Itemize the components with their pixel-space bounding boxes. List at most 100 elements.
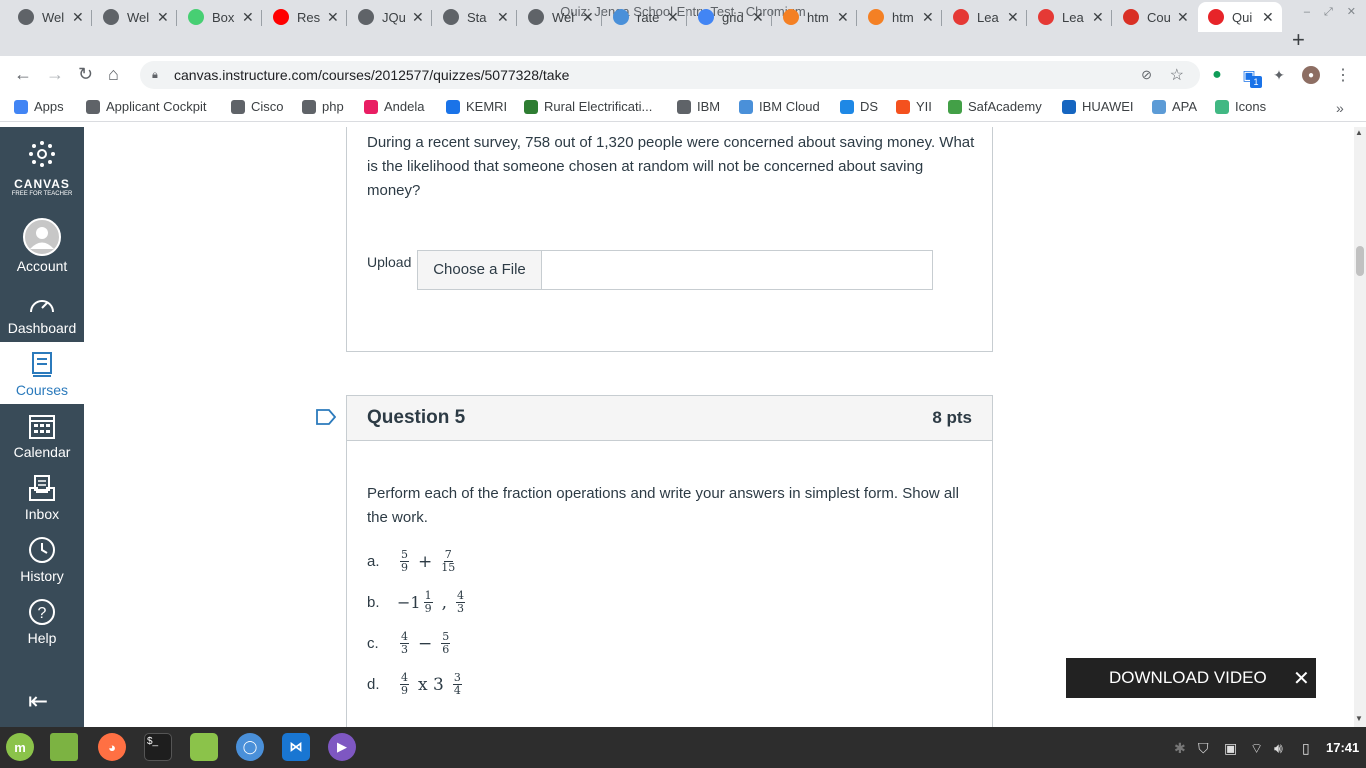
tab-separator [91,10,92,26]
tab-close-icon[interactable]: ✕ [1007,9,1019,26]
tab-13[interactable]: Lea ✕ [1028,2,1112,32]
reload-icon[interactable]: ↻ [78,64,93,84]
nav-item-dashboard[interactable]: Dashboard [0,286,84,348]
tab-6[interactable]: Sta ✕ [433,2,517,32]
tab-8[interactable]: rate ✕ [603,2,687,32]
tab-12[interactable]: Lea ✕ [943,2,1027,32]
vscode-icon[interactable]: ⋈ [282,733,310,761]
nav-item-inbox[interactable]: Inbox [0,466,84,528]
menu-kebab-icon[interactable]: ⋮ [1334,66,1352,84]
bookmark-label: IBM Cloud [759,99,820,114]
minimize-icon[interactable]: – [1304,0,1310,24]
shield-tray-icon[interactable]: ⛉ [1198,740,1209,757]
tab-close-icon[interactable]: ✕ [752,9,764,26]
tab-2[interactable]: Wel ✕ [93,2,177,32]
tab-close-icon[interactable]: ✕ [922,9,934,26]
address-url[interactable]: canvas.instructure.com/courses/2012577/q… [174,67,569,83]
flag-question-icon[interactable] [316,408,336,426]
bookmark-6[interactable]: KEMRI [446,99,507,114]
bookmark-13[interactable]: HUAWEI [1062,99,1134,114]
nav-item-help[interactable]: ? Help [0,590,84,652]
wifi-icon[interactable]: ⌔ [1250,740,1263,758]
bookmark-2[interactable]: Applicant Cockpit [86,99,206,114]
firefox-icon[interactable]: ◕ [98,733,126,761]
nav-item-history[interactable]: History [0,528,84,590]
files-folder-icon[interactable] [190,733,218,761]
nav-item-account[interactable]: Account [0,215,84,277]
bookmark-4[interactable]: php [302,99,344,114]
show-desktop-icon[interactable] [50,733,78,761]
tab-7[interactable]: Wel ✕ [518,2,602,32]
mint-menu-icon[interactable]: m [6,733,34,761]
tab-close-icon[interactable]: ✕ [667,9,679,26]
clock[interactable]: 17:41 [1326,740,1359,755]
close-download-icon[interactable]: ✕ [1293,666,1310,691]
battery-icon[interactable]: ▯ [1302,740,1310,757]
new-tab-button[interactable]: + [1292,28,1305,52]
bookmark-10[interactable]: DS [840,99,878,114]
tab-close-icon[interactable]: ✕ [1092,9,1104,26]
eye-off-icon[interactable]: ⊘ [1141,67,1152,83]
profile-avatar[interactable]: ● [1302,66,1320,84]
tab-10[interactable]: htm ✕ [773,2,857,32]
tab-5[interactable]: JQu ✕ [348,2,432,32]
back-icon[interactable]: ← [14,64,32,84]
scroll-up-icon[interactable]: ▲ [1355,128,1363,137]
bookmark-11[interactable]: YII [896,99,932,114]
bookmark-3[interactable]: Cisco [231,99,284,114]
screenshot-tray-icon[interactable]: ▣ [1224,740,1237,757]
bookmarks-overflow-icon[interactable]: » [1336,100,1344,116]
scroll-down-icon[interactable]: ▼ [1355,714,1363,723]
nav-item-calendar[interactable]: Calendar [0,404,84,466]
download-video-bar[interactable]: DOWNLOAD VIDEO ✕ [1066,658,1316,698]
page-scrollbar[interactable] [1354,127,1366,727]
maximize-icon[interactable]: ⤢ [1324,0,1333,24]
tab-close-icon[interactable]: ✕ [412,9,424,26]
bluetooth-icon[interactable]: ✱ [1174,740,1186,757]
collapse-nav-icon[interactable]: ⇤ [28,690,48,714]
tab-close-icon[interactable]: ✕ [1177,9,1189,26]
tab-4[interactable]: Res ✕ [263,2,347,32]
tab-14[interactable]: Cou ✕ [1113,2,1197,32]
tab-close-icon[interactable]: ✕ [157,9,169,26]
chromium-icon[interactable]: ◯ [236,733,264,761]
canvas-icon [1208,9,1224,25]
puzzle-icon[interactable]: ✦ [1270,66,1288,84]
star-icon[interactable]: ☆ [1170,65,1184,85]
address-bar[interactable]: 🔒︎ canvas.instructure.com/courses/201257… [140,61,1200,89]
bookmark-5[interactable]: Andela [364,99,424,114]
tab-1[interactable]: Wel ✕ [8,2,92,32]
download-video-label[interactable]: DOWNLOAD VIDEO [1109,668,1267,688]
volume-icon[interactable]: 🔊︎ [1274,740,1283,757]
nav-item-courses[interactable]: Courses [0,342,84,404]
bookmark-8[interactable]: IBM [677,99,720,114]
tab-close-icon[interactable]: ✕ [72,9,84,26]
choose-file-button[interactable]: Choose a File [418,251,542,289]
home-icon[interactable]: ⌂ [108,64,119,84]
bookmark-14[interactable]: APA [1152,99,1197,114]
close-window-icon[interactable]: ✕ [1347,0,1356,24]
tab-9[interactable]: grid ✕ [688,2,772,32]
tab-close-icon[interactable]: ✕ [1262,9,1274,26]
bookmark-12[interactable]: SafAcademy [948,99,1042,114]
tab-close-icon[interactable]: ✕ [837,9,849,26]
canvas-logo[interactable]: CANVAS FREE FOR TEACHER [0,140,84,197]
file-upload-field[interactable]: Choose a File [417,250,933,290]
tab-close-icon[interactable]: ✕ [497,9,509,26]
terminal-icon[interactable]: $_ [144,733,172,761]
extension-green-icon[interactable]: ● [1208,66,1226,84]
tab-15[interactable]: Qui ✕ [1198,2,1282,32]
tab-3[interactable]: Box ✕ [178,2,262,32]
tab-close-icon[interactable]: ✕ [582,9,594,26]
bookmark-1[interactable]: Apps [14,99,64,114]
forward-icon[interactable]: → [46,64,64,84]
nav-label-dashboard: Dashboard [7,320,77,336]
bookmark-9[interactable]: IBM Cloud [739,99,820,114]
bookmark-15[interactable]: Icons [1215,99,1266,114]
tab-close-icon[interactable]: ✕ [242,9,254,26]
scrollbar-thumb[interactable] [1356,246,1364,276]
tab-11[interactable]: htm ✕ [858,2,942,32]
bookmark-7[interactable]: Rural Electrificati... [524,99,652,114]
tab-close-icon[interactable]: ✕ [327,9,339,26]
media-player-icon[interactable]: ▶ [328,733,356,761]
